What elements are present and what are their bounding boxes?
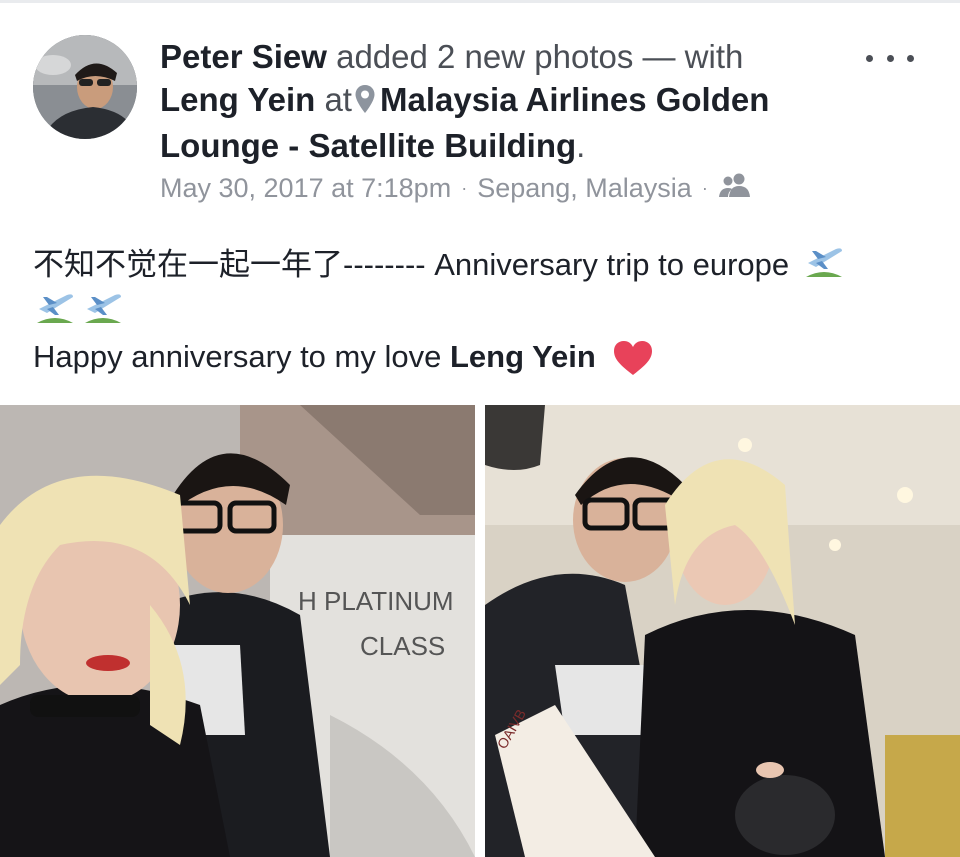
post-body: 不知不觉在一起一年了-------- Anniversary trip to e… [33,242,933,390]
tagged-friend-mention[interactable]: Leng Yein [450,339,596,374]
meta-separator: · [461,178,468,198]
author-name[interactable]: Peter Siew [160,38,327,75]
airplane-departure-emoji [81,289,125,329]
red-heart-emoji [612,339,654,390]
post-text-line3: Happy anniversary to my love [33,339,442,374]
top-divider [0,0,960,3]
airplane-departure-emoji [802,243,846,283]
friends-icon[interactable] [718,172,752,205]
timestamp[interactable]: May 30, 2017 at 7:18pm [160,173,451,204]
at-word: at [324,81,352,118]
sign-text-1: H PLATINUM [298,586,454,616]
post-meta: May 30, 2017 at 7:18pm · Sepang, Malaysi… [160,172,752,205]
airplane-departure-emoji [33,289,77,329]
place[interactable]: Sepang, Malaysia [477,173,692,204]
tagged-friend[interactable]: Leng Yein [160,81,315,118]
post-text-line1: 不知不觉在一起一年了-------- Anniversary trip to e… [33,247,790,282]
post-header: Peter Siew added 2 new photos — with Len… [160,35,840,167]
avatar[interactable] [33,35,137,139]
photo-1[interactable]: H PLATINUM CLASS [0,405,475,857]
header-period: . [576,127,586,164]
meta-separator: · [701,178,708,198]
more-options-icon[interactable] [866,48,914,68]
location-pin-icon [354,81,376,124]
post-action: added 2 new photos — with [336,38,744,75]
photo-2[interactable]: OAIVB [485,405,960,857]
sign-text-2: CLASS [360,631,445,661]
